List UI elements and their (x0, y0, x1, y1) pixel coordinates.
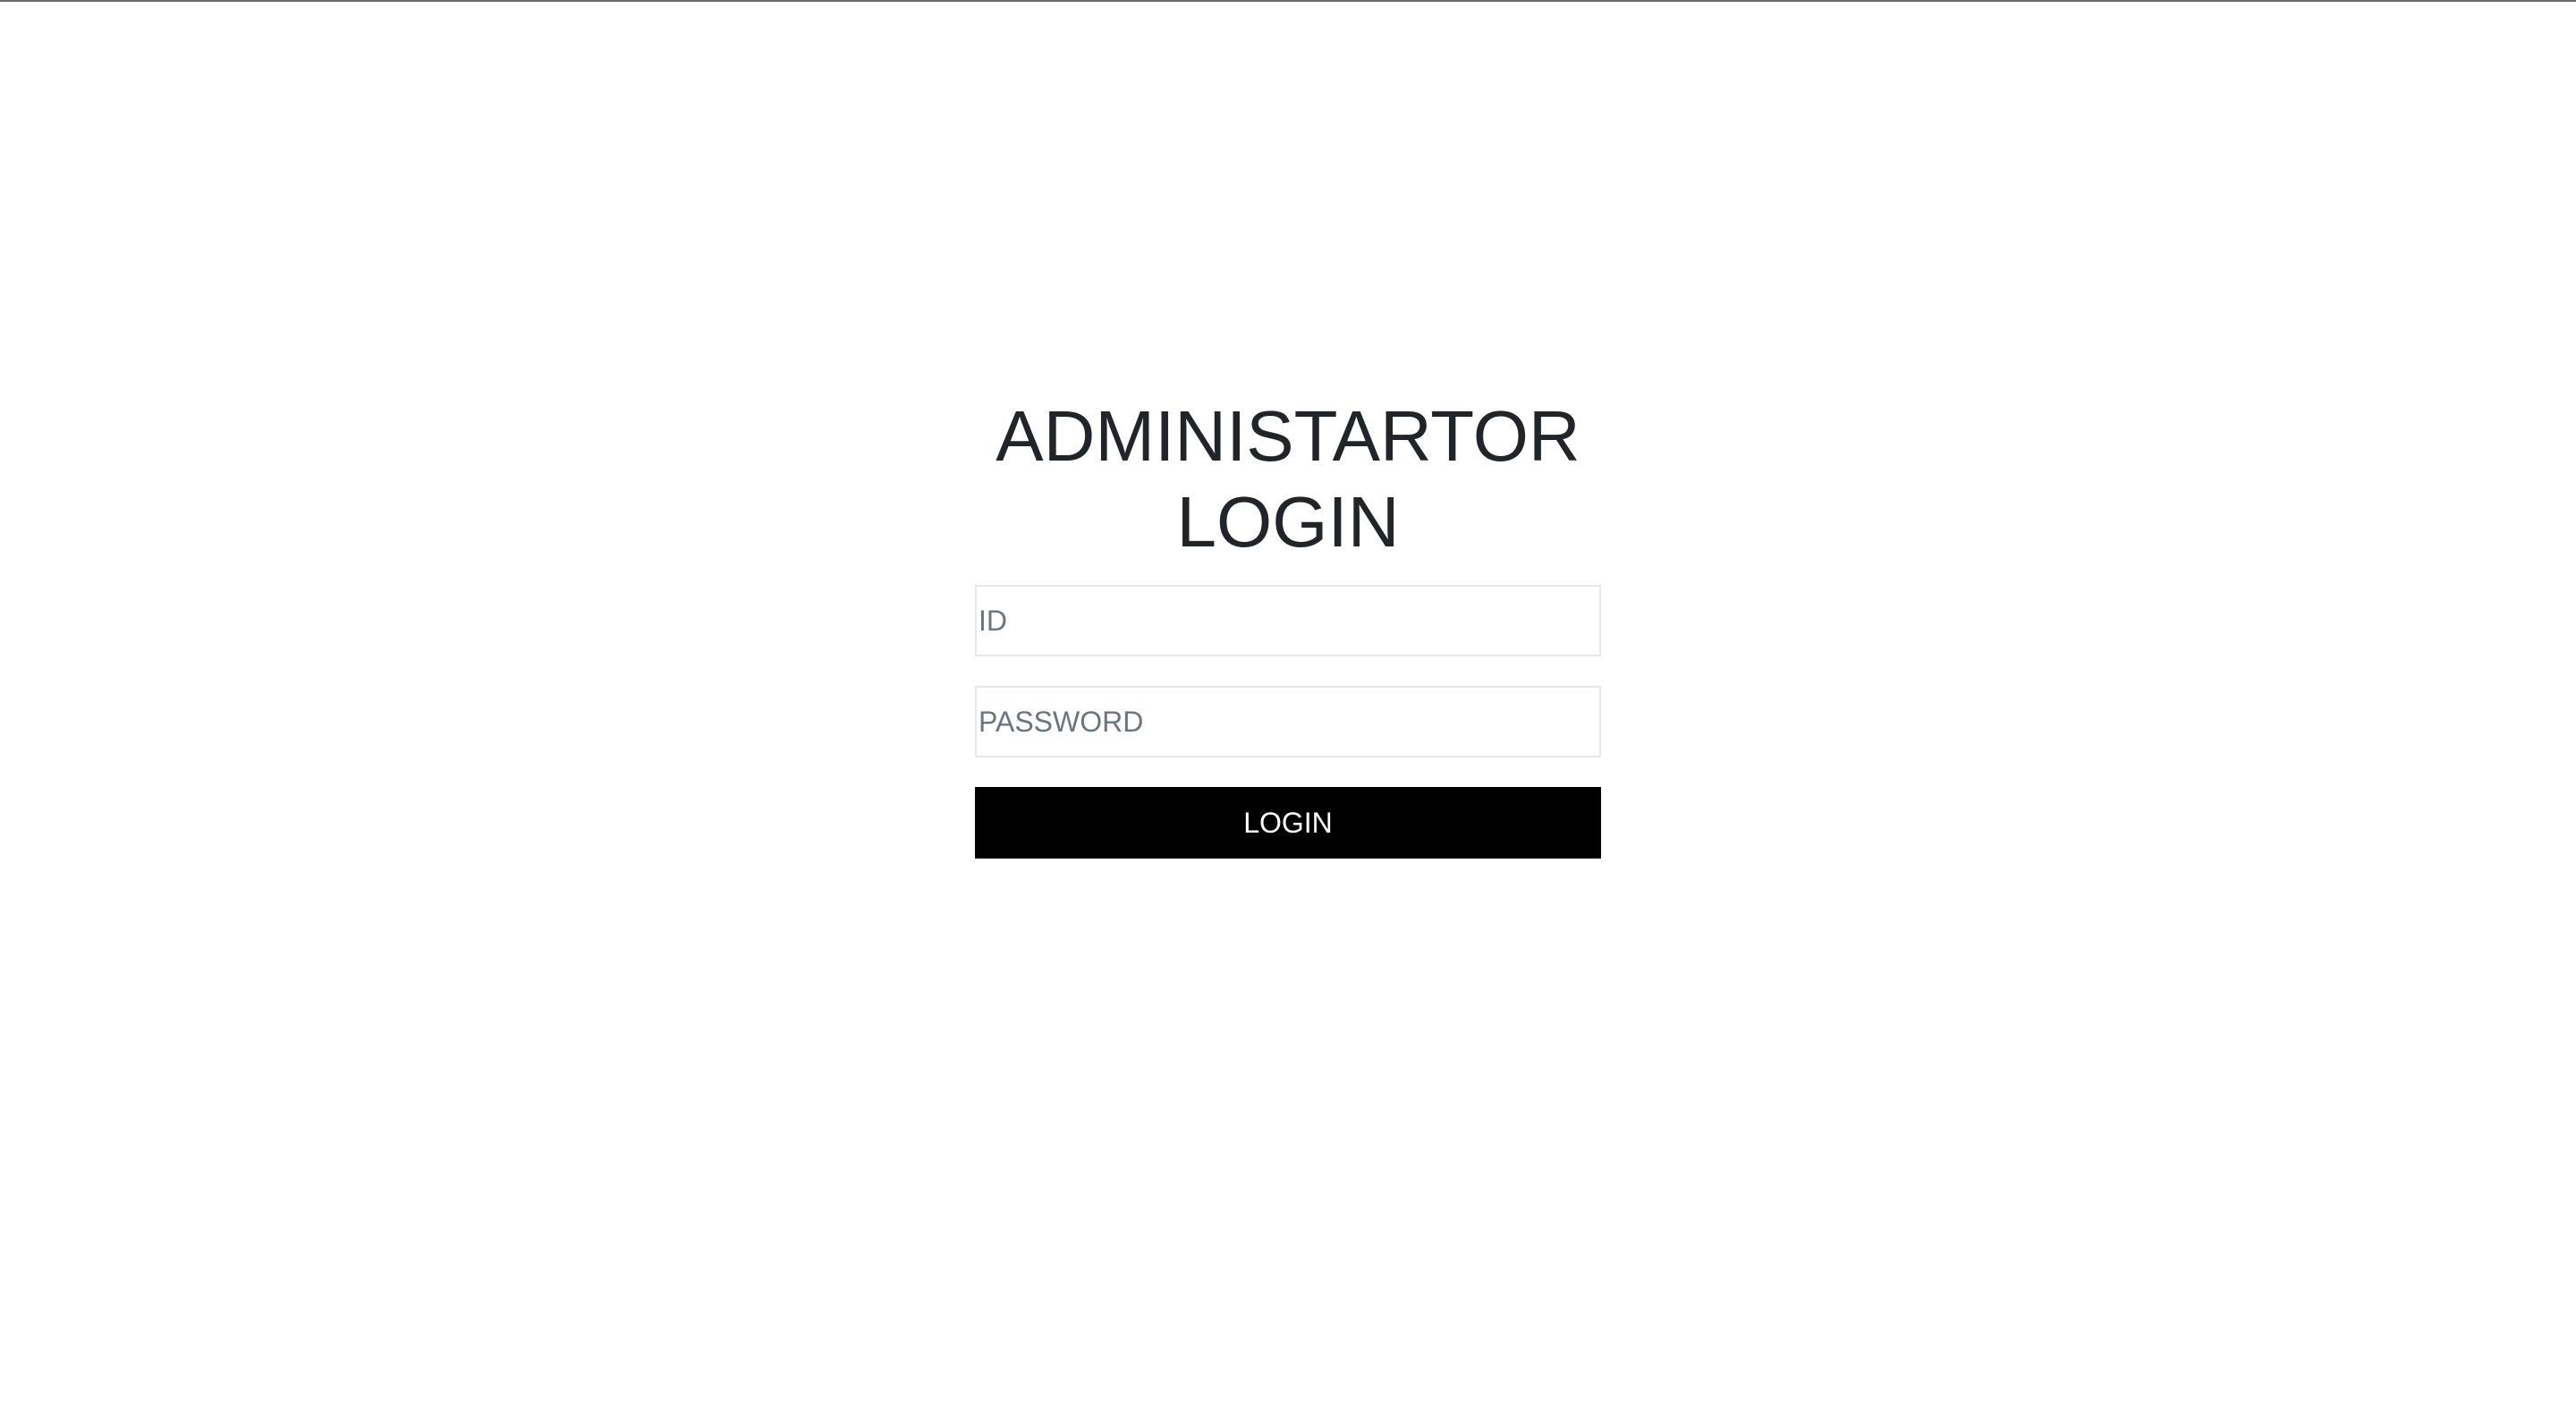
page-title-line-2: LOGIN (1176, 482, 1400, 562)
login-button[interactable]: LOGIN (975, 787, 1601, 859)
login-form: ADMINISTARTOR LOGIN LOGIN (975, 393, 1601, 859)
top-border-line (0, 0, 2576, 2)
id-input[interactable] (975, 585, 1601, 656)
page-title: ADMINISTARTOR LOGIN (975, 393, 1601, 565)
password-input[interactable] (975, 686, 1601, 757)
page-title-line-1: ADMINISTARTOR (996, 396, 1580, 476)
